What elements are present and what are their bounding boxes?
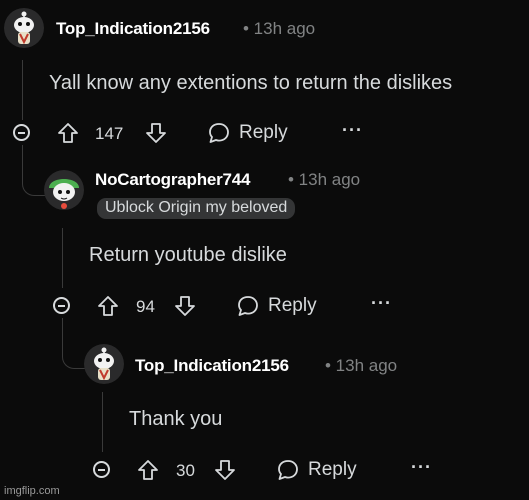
collapse-icon[interactable] (93, 461, 110, 478)
downvote-icon[interactable] (214, 459, 236, 481)
vote-count: 147 (95, 124, 124, 143)
reply-label: Reply (268, 295, 317, 316)
avatar[interactable] (84, 344, 124, 384)
avatar[interactable] (44, 170, 84, 210)
collapse-icon[interactable] (13, 124, 30, 141)
reply-icon (238, 296, 258, 316)
reply-button[interactable]: Reply (207, 120, 288, 146)
watermark: imgflip.com (4, 485, 60, 497)
reply-icon (278, 460, 298, 480)
upvote-icon[interactable] (137, 459, 159, 481)
username[interactable]: NoCartographer744 (95, 170, 251, 190)
more-options-button[interactable]: ··· (371, 293, 392, 314)
thread-line (62, 228, 63, 288)
more-options-button[interactable]: ··· (411, 457, 432, 478)
thread-line (102, 392, 103, 452)
downvote-icon[interactable] (145, 122, 167, 144)
comment-body: Return youtube dislike (89, 244, 287, 266)
reply-label: Reply (308, 459, 357, 480)
reply-icon (209, 123, 229, 143)
upvote-icon[interactable] (97, 295, 119, 317)
reply-button[interactable]: Reply (276, 457, 357, 483)
downvote-icon[interactable] (174, 295, 196, 317)
username[interactable]: Top_Indication2156 (56, 19, 210, 39)
more-options-button[interactable]: ··· (342, 120, 363, 141)
vote-count: 30 (176, 461, 195, 480)
reply-button[interactable]: Reply (236, 293, 317, 319)
user-flair: Ublock Origin my beloved (97, 198, 296, 219)
timestamp: • 13h ago (288, 170, 361, 189)
comment-body: Yall know any extentions to return the d… (49, 72, 453, 94)
avatar[interactable] (4, 8, 44, 48)
comment-body: Thank you (129, 408, 223, 430)
collapse-icon[interactable] (53, 297, 70, 314)
username[interactable]: Top_Indication2156 (135, 356, 289, 376)
reply-label: Reply (239, 122, 288, 143)
timestamp: • 13h ago (243, 19, 316, 38)
vote-count: 94 (136, 297, 155, 316)
thread-line (22, 60, 23, 120)
timestamp: • 13h ago (325, 356, 398, 375)
upvote-icon[interactable] (57, 122, 79, 144)
